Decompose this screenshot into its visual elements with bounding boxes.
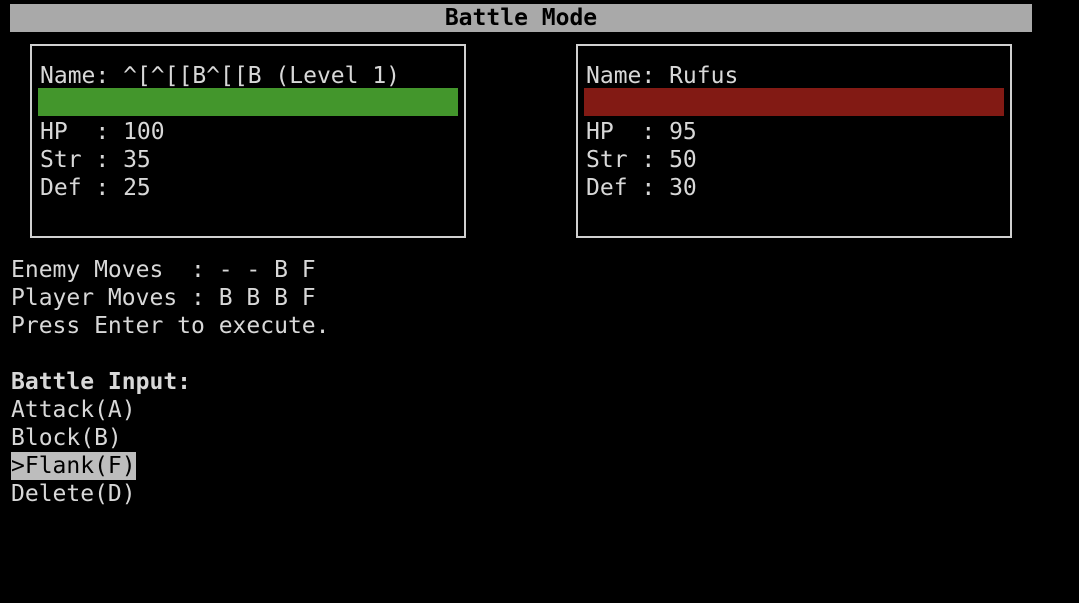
execute-prompt: Press Enter to execute. [11, 313, 330, 339]
player-name: Name: ^[^[[B^[[B (Level 1) [40, 63, 401, 89]
player-stats-panel: Name: ^[^[[B^[[B (Level 1) HP : 100 Str … [30, 44, 466, 238]
battle-input-heading: Battle Input: [11, 369, 192, 395]
enemy-name: Name: Rufus [586, 63, 739, 89]
player-hp: HP : 100 [40, 119, 165, 145]
player-moves: Player Moves : B B B F [11, 285, 316, 311]
player-def: Def : 25 [40, 175, 151, 201]
option-block[interactable]: Block(B) [11, 424, 122, 452]
enemy-str: Str : 50 [586, 147, 697, 173]
option-delete[interactable]: Delete(D) [11, 480, 136, 508]
enemy-moves: Enemy Moves : - - B F [11, 257, 316, 283]
player-str: Str : 35 [40, 147, 151, 173]
option-attack[interactable]: Attack(A) [11, 396, 136, 424]
battle-mode-title: Battle Mode [10, 4, 1032, 32]
enemy-stats-panel: Name: Rufus HP : 95 Str : 50 Def : 30 [576, 44, 1012, 238]
enemy-hp: HP : 95 [586, 119, 697, 145]
enemy-health-bar [584, 88, 1004, 116]
player-health-bar [38, 88, 458, 116]
enemy-def: Def : 30 [586, 175, 697, 201]
option-flank-selected[interactable]: >Flank(F) [11, 452, 136, 480]
